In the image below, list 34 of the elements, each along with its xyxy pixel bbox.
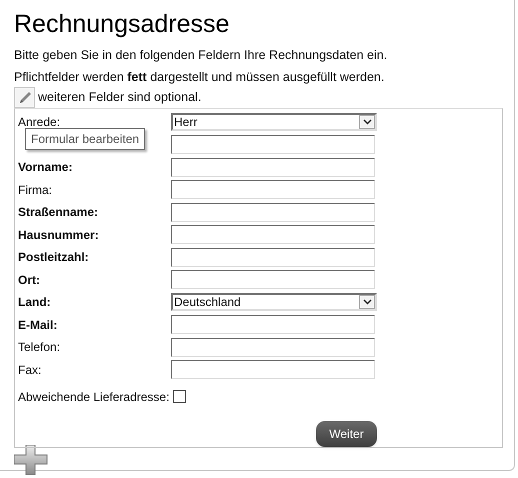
pencil-icon[interactable] — [14, 87, 35, 108]
input-field[interactable] — [171, 270, 375, 290]
plus-icon[interactable] — [14, 445, 48, 475]
input-field[interactable] — [171, 248, 375, 267]
input-field[interactable] — [171, 360, 375, 380]
field-label: Land: — [18, 294, 51, 312]
field-label: Abweichende Lieferadresse: — [18, 388, 170, 406]
field-label: Ort: — [18, 272, 40, 289]
field-label: Firma: — [18, 182, 52, 199]
field-label: Vorname: — [18, 159, 72, 176]
input-field[interactable] — [171, 225, 375, 244]
input-field[interactable] — [171, 158, 375, 177]
next-button[interactable]: Weiter — [316, 421, 377, 447]
input-field[interactable] — [171, 315, 375, 334]
field-label: Straßenname: — [18, 204, 98, 222]
caret-icon — [359, 295, 375, 310]
tooltip: Formular bearbeiten — [25, 128, 146, 150]
checkbox[interactable] — [173, 390, 186, 403]
dropdown[interactable]: Herr — [171, 113, 377, 132]
caret-icon — [359, 115, 375, 130]
page-title: Rechnungsadresse — [14, 9, 230, 40]
input-field[interactable] — [171, 202, 375, 222]
field-label: Fax: — [18, 362, 42, 379]
input-field[interactable] — [171, 338, 375, 357]
dropdown[interactable]: Deutschland — [171, 293, 377, 312]
field-label: Postleitzahl: — [18, 249, 89, 266]
intro-text: Bitte geben Sie in den folgenden Feldern Ihre Rechnungsdaten ein. — [14, 47, 388, 64]
field-label: Telefon: — [18, 339, 60, 356]
field-label: E-Mail: — [18, 316, 58, 334]
input-field[interactable] — [171, 180, 375, 200]
field-label: Hausnummer: — [18, 226, 99, 244]
input-field[interactable] — [171, 135, 375, 154]
optional-note: weiteren Felder sind optional. — [38, 89, 202, 106]
required-note: Pflichtfelder werden fett dargestellt und müssen ausgefüllt werden. — [14, 69, 386, 86]
